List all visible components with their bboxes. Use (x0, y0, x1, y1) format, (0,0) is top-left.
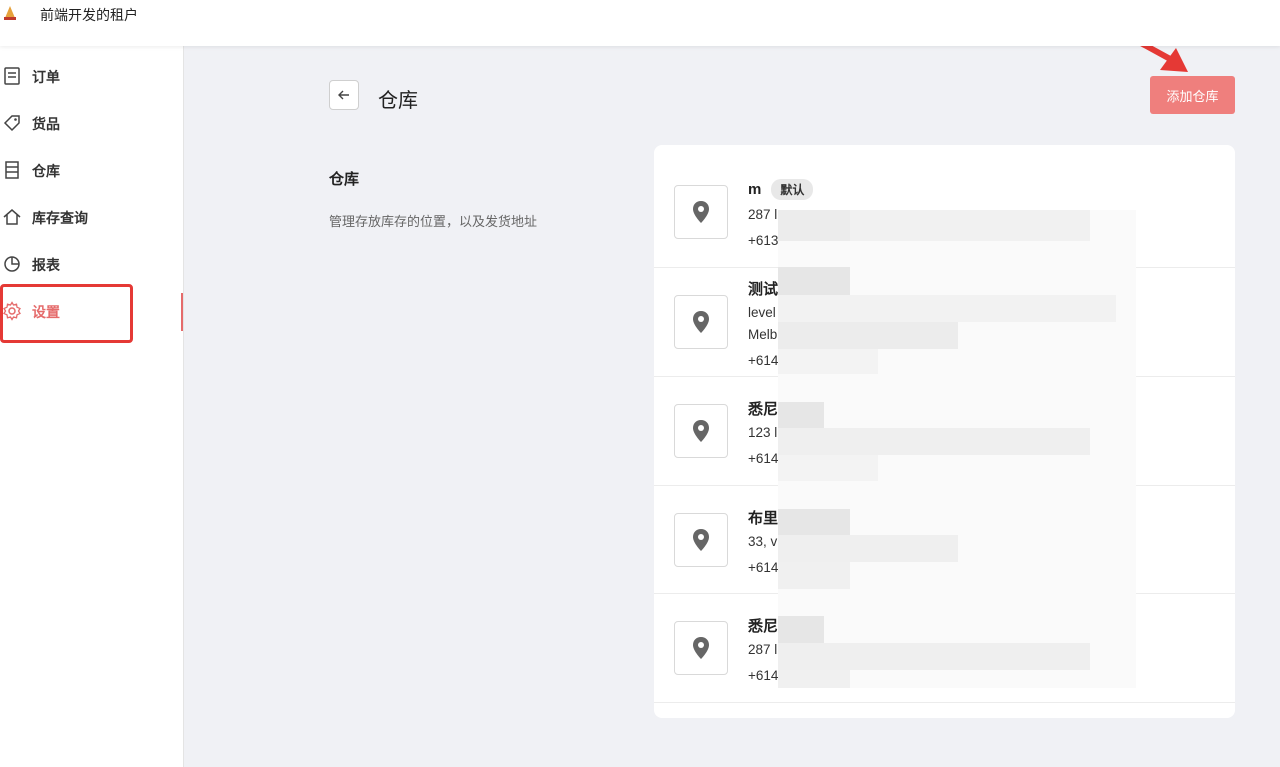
default-badge: 默认 (771, 179, 814, 200)
sidebar-item-warehouse[interactable]: 仓库 (0, 150, 184, 190)
warehouse-address: 123 l (748, 425, 778, 440)
home-icon (3, 209, 21, 225)
active-indicator (181, 293, 183, 331)
sidebar-item-reports[interactable]: 报表 (0, 244, 184, 284)
pie-chart-icon (4, 256, 20, 272)
tenant-name[interactable]: 前端开发的租户 (40, 5, 138, 25)
sidebar-item-label: 订单 (32, 69, 60, 85)
warehouse-name: 悉尼 (748, 401, 779, 418)
location-pin-icon-box (674, 295, 728, 349)
app-logo-icon (4, 6, 16, 20)
order-icon (4, 67, 20, 85)
warehouse-phone: +614 (748, 353, 779, 368)
sidebar-item-inventory[interactable]: 库存查询 (0, 197, 184, 237)
warehouse-icon (5, 161, 19, 179)
page-title: 仓库 (378, 90, 418, 112)
warehouse-phone: +614 (748, 668, 779, 683)
annotation-highlight-box (0, 284, 133, 343)
sidebar-item-label: 报表 (32, 257, 60, 273)
warehouse-address: level (748, 305, 776, 320)
warehouse-phone: +614 (748, 451, 779, 466)
location-pin-icon (693, 311, 709, 333)
sidebar-item-label: 库存查询 (32, 210, 88, 226)
warehouse-phone: +614 (748, 560, 779, 575)
tag-icon (3, 115, 20, 132)
location-pin-icon-box (674, 621, 728, 675)
warehouse-phone: +613 (748, 233, 779, 248)
top-bar: 前端开发的租户 (0, 0, 1280, 46)
sidebar: 订单 货品 仓库 库存查询 报表 设置 (0, 46, 184, 767)
location-pin-icon (693, 420, 709, 442)
warehouse-address: 33, v (748, 534, 778, 549)
warehouse-address-2: Melb (748, 327, 778, 342)
warehouse-name: 布里 (748, 510, 779, 527)
location-pin-icon (693, 637, 709, 659)
back-button[interactable] (329, 80, 359, 110)
sidebar-item-orders[interactable]: 订单 (0, 56, 184, 96)
warehouse-name: 悉尼 (748, 618, 779, 635)
sidebar-item-label: 仓库 (32, 163, 60, 179)
section-description: 管理存放库存的位置，以及发货地址 (329, 214, 538, 229)
sidebar-item-goods[interactable]: 货品 (0, 103, 184, 143)
section-title: 仓库 (329, 171, 360, 188)
redaction-mosaic (778, 210, 1136, 688)
location-pin-icon-box (674, 404, 728, 458)
location-pin-icon-box (674, 513, 728, 567)
warehouse-address: 287 l (748, 207, 778, 222)
location-pin-icon (693, 529, 709, 551)
arrow-left-icon (338, 90, 349, 100)
warehouse-name: 测试 (748, 281, 779, 298)
location-pin-icon-box (674, 185, 728, 239)
warehouse-name: m 默认 (748, 179, 814, 200)
sidebar-item-label: 货品 (32, 116, 60, 132)
warehouse-address: 287 l (748, 642, 778, 657)
location-pin-icon (693, 201, 709, 223)
add-warehouse-button[interactable]: 添加仓库 (1150, 76, 1235, 114)
